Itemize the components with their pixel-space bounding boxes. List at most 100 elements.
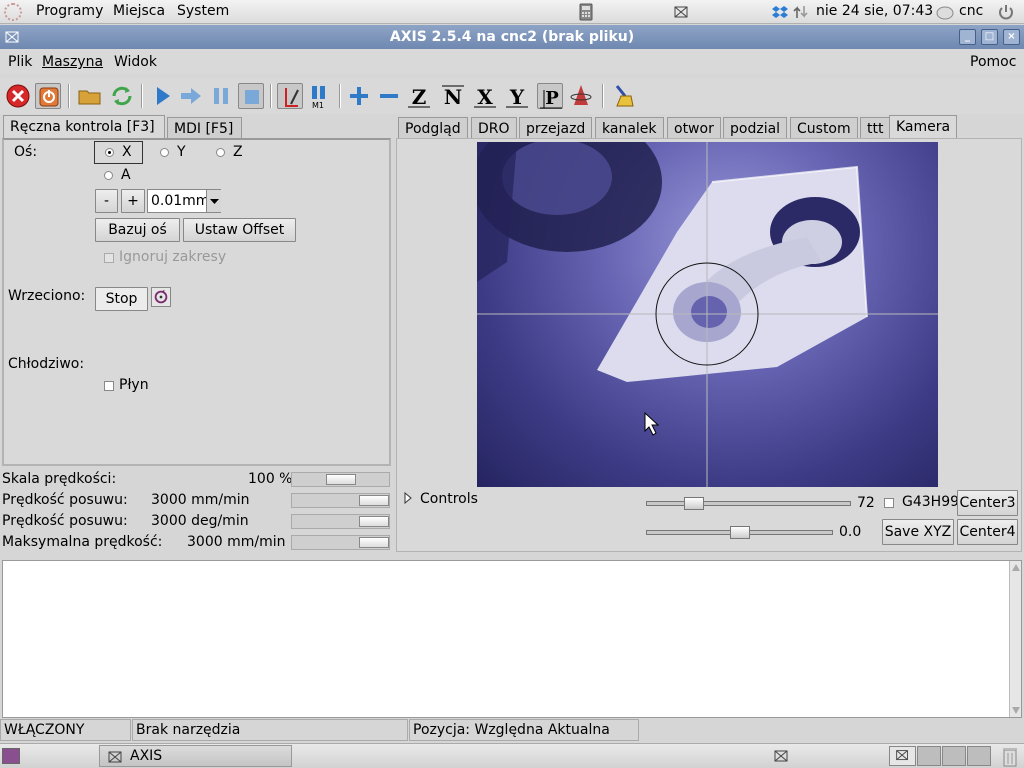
view-perspective-icon[interactable]: P (537, 83, 563, 109)
tab-dro[interactable]: DRO (471, 117, 517, 139)
user-name[interactable]: cnc (959, 3, 983, 19)
status-position: Pozycja: Względna Aktualna (409, 719, 639, 741)
missing-image-icon[interactable] (774, 749, 788, 763)
touch-off-button[interactable]: Ustaw Offset (183, 218, 296, 242)
clock[interactable]: nie 24 sie, 07:43 (816, 3, 933, 19)
spindle-direction-icon[interactable] (151, 287, 171, 307)
clear-backplot-icon[interactable] (611, 83, 637, 109)
block-delete-icon[interactable] (277, 83, 303, 109)
axis-radio-a[interactable]: A (104, 167, 144, 185)
view-z-icon[interactable]: Z (406, 83, 432, 109)
menu-applications[interactable]: Programy (36, 3, 103, 19)
controls-expander[interactable]: Controls (420, 491, 478, 507)
workspace-4[interactable] (967, 746, 991, 766)
center4-button[interactable]: Center4 (957, 519, 1018, 545)
slider-thumb[interactable] (359, 495, 389, 506)
window-titlebar[interactable]: AXIS 2.5.4 na cnc2 (brak pliku) _ □ × (0, 25, 1024, 49)
trash-icon[interactable] (1001, 746, 1019, 767)
menu-help[interactable]: Pomoc (970, 54, 1016, 70)
tab-przejazd[interactable]: przejazd (519, 117, 593, 139)
network-icon[interactable] (792, 3, 810, 21)
stop-icon[interactable] (238, 83, 264, 109)
g43h99-label: G43H99 (902, 494, 960, 510)
override-label-max-velocity: Maksymalna prędkość: (2, 534, 163, 550)
axis-radio-x[interactable]: X (94, 141, 143, 164)
tab-ttt[interactable]: ttt (860, 117, 891, 139)
user-icon[interactable] (936, 3, 954, 21)
vertical-scrollbar[interactable] (1009, 561, 1021, 717)
slider-thumb[interactable] (359, 537, 389, 548)
axis-radio-z[interactable]: Z (216, 144, 256, 162)
scale-thumb[interactable] (684, 497, 704, 510)
center3-button[interactable]: Center3 (957, 490, 1018, 516)
close-window-button[interactable]: × (1003, 29, 1020, 45)
view-x-icon[interactable]: X (472, 83, 498, 109)
workspace-3[interactable] (942, 746, 966, 766)
slider-thumb[interactable] (326, 474, 356, 485)
optional-stop-icon[interactable]: M1 (307, 83, 333, 110)
expander-arrow-icon[interactable] (402, 491, 414, 505)
chevron-down-icon[interactable] (206, 190, 221, 212)
camera-scale-2[interactable] (646, 526, 833, 539)
open-file-icon[interactable] (77, 83, 103, 109)
menu-view[interactable]: Widok (114, 54, 157, 70)
calculator-icon[interactable] (577, 3, 595, 21)
estop-button[interactable] (5, 83, 31, 109)
rotate-view-icon[interactable] (568, 83, 594, 109)
zoom-out-icon[interactable] (376, 83, 402, 109)
menu-places[interactable]: Miejsca (113, 3, 165, 19)
ubuntu-logo-icon[interactable] (4, 3, 22, 21)
menu-system[interactable]: System (177, 3, 229, 19)
increment-select[interactable]: 0.01mm (147, 189, 221, 213)
override-label-feed-angular: Prędkość posuwu: (2, 513, 128, 529)
workspace-1[interactable] (889, 746, 916, 766)
feed-linear-slider[interactable] (291, 493, 390, 508)
workspace-2[interactable] (917, 746, 941, 766)
taskbar-axis-button[interactable]: AXIS (99, 745, 292, 767)
run-program-icon[interactable] (150, 83, 176, 109)
override-value-speed-scale: 100 % (248, 471, 293, 487)
tab-manual-control[interactable]: Ręczna kontrola [F3] (3, 115, 165, 139)
scale-thumb[interactable] (730, 526, 750, 539)
jog-minus-button[interactable]: - (95, 189, 118, 213)
tab-mdi[interactable]: MDI [F5] (167, 117, 242, 139)
tab-otwor[interactable]: otwor (667, 117, 721, 139)
zoom-in-icon[interactable] (346, 83, 372, 109)
save-xyz-button[interactable]: Save XYZ (882, 519, 954, 545)
camera-view[interactable] (477, 142, 938, 487)
max-velocity-slider[interactable] (291, 535, 390, 550)
ignore-limits-checkbox[interactable] (104, 253, 114, 263)
menu-file[interactable]: Plik (8, 54, 32, 70)
slider-thumb[interactable] (359, 516, 389, 527)
show-desktop-icon[interactable] (2, 748, 20, 764)
message-text-area[interactable] (2, 560, 1022, 718)
toolbar-separator (270, 84, 272, 108)
menu-machine[interactable]: Maszyna (42, 54, 103, 70)
tab-custom[interactable]: Custom (790, 117, 858, 139)
tab-kanalek[interactable]: kanalek (595, 117, 664, 139)
minimize-button[interactable]: _ (959, 29, 976, 45)
axis-radio-y[interactable]: Y (160, 144, 200, 162)
tab-preview[interactable]: Podgląd (398, 117, 468, 139)
machine-power-button[interactable] (35, 83, 61, 109)
flood-checkbox[interactable] (104, 381, 114, 391)
home-axis-button[interactable]: Bazuj oś (95, 218, 180, 242)
dropbox-icon[interactable] (771, 3, 789, 21)
view-y-icon[interactable]: Y (504, 83, 530, 109)
reload-icon[interactable] (109, 83, 135, 109)
maximize-button[interactable]: □ (981, 29, 998, 45)
shutdown-icon[interactable] (997, 3, 1015, 21)
missing-image-icon[interactable] (672, 3, 690, 21)
feed-angular-slider[interactable] (291, 514, 390, 529)
tab-podzial[interactable]: podzial (723, 117, 788, 139)
tab-kamera[interactable]: Kamera (889, 115, 958, 139)
spindle-stop-button[interactable]: Stop (95, 287, 148, 311)
g43h99-checkbox[interactable] (884, 498, 894, 508)
camera-scale-1[interactable] (646, 497, 851, 510)
speed-scale-slider[interactable] (291, 472, 390, 487)
pause-icon[interactable] (208, 83, 234, 109)
override-label-feed-linear: Prędkość posuwu: (2, 492, 128, 508)
step-icon[interactable] (178, 83, 204, 109)
view-rotated-z-icon[interactable]: N (440, 83, 466, 109)
jog-plus-button[interactable]: + (121, 189, 145, 213)
